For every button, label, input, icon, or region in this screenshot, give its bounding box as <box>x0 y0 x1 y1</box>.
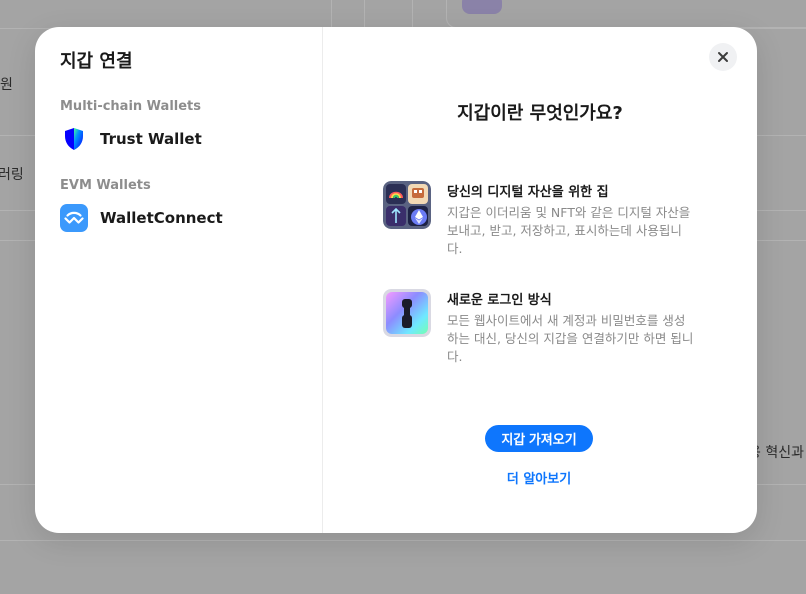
background-divider <box>412 0 413 28</box>
trust-wallet-shield-icon <box>60 125 88 153</box>
background-divider <box>0 540 806 541</box>
feature-description: 지갑은 이더리움 및 NFT와 같은 디지털 자산을 보내고, 받고, 저장하고… <box>447 205 691 256</box>
background-label: 러링 <box>0 167 24 183</box>
modal-title: 지갑 연결 <box>60 51 133 72</box>
walletconnect-icon <box>60 204 88 232</box>
keyhole-login-icon <box>383 289 431 337</box>
background-label: 원 <box>0 77 13 93</box>
info-title: 지갑이란 무엇인가요? <box>457 103 623 124</box>
digital-assets-icon <box>383 181 431 229</box>
wallet-option-walletconnect[interactable]: WalletConnect <box>60 203 322 233</box>
wallet-info-pane: 지갑이란 무엇인가요? 당신의 디지털 자산을 위한 집 지갑은 이더리움 및 … <box>323 27 757 533</box>
background-badge <box>462 0 502 14</box>
learn-more-link[interactable]: 더 알아보기 <box>485 468 593 487</box>
wallet-option-label: Trust Wallet <box>100 130 202 148</box>
feature-heading: 새로운 로그인 방식 <box>447 293 552 308</box>
feature-description: 모든 웹사이트에서 새 계정과 비밀번호를 생성하는 대신, 당신의 지갑을 연… <box>447 313 694 364</box>
close-button[interactable] <box>709 43 737 71</box>
feature-new-login: 새로운 로그인 방식 모든 웹사이트에서 새 계정과 비밀번호를 생성하는 대신… <box>383 289 703 366</box>
get-wallet-button[interactable]: 지갑 가져오기 <box>485 425 593 452</box>
close-icon <box>717 48 729 67</box>
connect-wallet-modal: 지갑 연결 Multi-chain Wallets Trust Wallet E… <box>35 27 757 533</box>
wallet-option-trust-wallet[interactable]: Trust Wallet <box>60 124 322 154</box>
feature-heading: 당신의 디지털 자산을 위한 집 <box>447 185 609 200</box>
background-divider <box>364 0 365 28</box>
background-divider <box>331 0 332 28</box>
wallet-option-label: WalletConnect <box>100 209 223 227</box>
wallet-group-label: EVM Wallets <box>60 178 151 193</box>
wallet-list-pane: 지갑 연결 Multi-chain Wallets Trust Wallet E… <box>35 27 323 533</box>
wallet-group-label: Multi-chain Wallets <box>60 99 202 114</box>
feature-digital-assets: 당신의 디지털 자산을 위한 집 지갑은 이더리움 및 NFT와 같은 디지털 … <box>383 181 703 258</box>
